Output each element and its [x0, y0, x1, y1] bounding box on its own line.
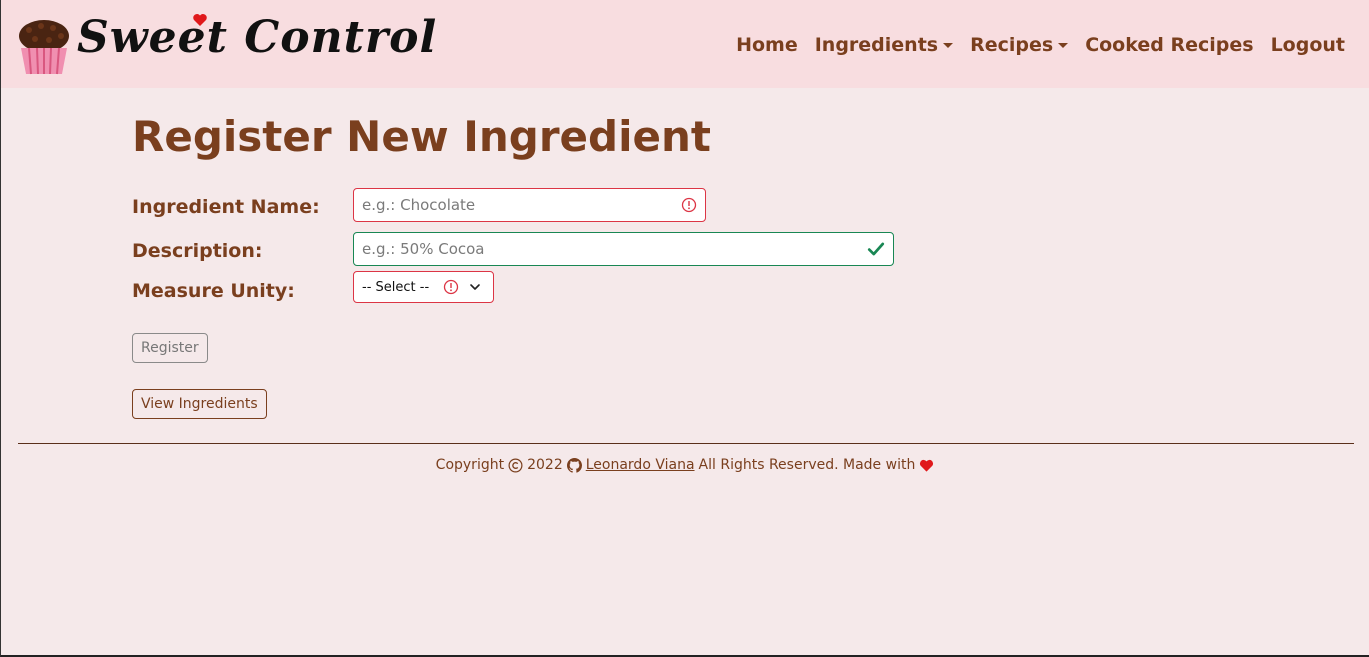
nav-cooked-recipes-label: Cooked Recipes: [1085, 34, 1254, 56]
nav-cooked-recipes[interactable]: Cooked Recipes: [1085, 34, 1253, 56]
chevron-down-icon: [470, 284, 480, 290]
caret-down-icon: [1058, 42, 1069, 48]
nav-recipes-dropdown[interactable]: Recipes: [970, 34, 1069, 56]
nav-home-label: Home: [736, 34, 798, 56]
footer: Copyright 2022 Leonardo Viana All Rights…: [1, 457, 1369, 473]
cupcake-icon: [19, 20, 69, 75]
copyright-year: 2022: [527, 457, 563, 473]
brand-name: Sweet Control: [77, 12, 438, 63]
page-title: Register New Ingredient: [132, 112, 711, 161]
nav-ingredients-dropdown[interactable]: Ingredients: [814, 34, 954, 56]
checkmark-icon: [867, 242, 885, 256]
measure-unity-selected: -- Select --: [362, 279, 430, 295]
heart-icon: [920, 459, 934, 472]
navbar: Sweet Control Home Ingredients Recipes C…: [1, 0, 1369, 88]
error-icon: [681, 197, 697, 213]
heart-icon: [193, 14, 207, 26]
nav-ingredients-label: Ingredients: [814, 34, 939, 56]
description-label: Description:: [132, 240, 263, 262]
ingredient-name-field[interactable]: [353, 188, 706, 222]
nav-recipes-label: Recipes: [970, 34, 1054, 56]
footer-divider: [18, 443, 1354, 444]
ingredient-name-label: Ingredient Name:: [132, 196, 320, 218]
nav-links: Home Ingredients Recipes Cooked Recipes …: [736, 34, 1345, 56]
measure-unity-label: Measure Unity:: [132, 280, 295, 302]
description-field[interactable]: [353, 232, 894, 266]
github-icon: [566, 457, 582, 473]
register-button[interactable]: Register: [132, 333, 208, 363]
brand-logo[interactable]: Sweet Control: [17, 10, 436, 78]
view-ingredients-button[interactable]: View Ingredients: [132, 389, 267, 419]
nav-logout[interactable]: Logout: [1271, 34, 1345, 56]
measure-unity-select[interactable]: -- Select --: [353, 271, 494, 303]
error-icon: [443, 279, 459, 295]
description-input[interactable]: [362, 240, 867, 258]
caret-down-icon: [943, 42, 954, 48]
footer-rights-text: All Rights Reserved. Made with: [698, 457, 916, 473]
nav-home[interactable]: Home: [736, 34, 798, 56]
copyright-icon: [508, 458, 523, 472]
nav-logout-label: Logout: [1270, 34, 1345, 56]
copyright-label: Copyright: [435, 457, 505, 473]
author-link[interactable]: Leonardo Viana: [586, 457, 695, 473]
ingredient-name-input[interactable]: [362, 196, 681, 214]
